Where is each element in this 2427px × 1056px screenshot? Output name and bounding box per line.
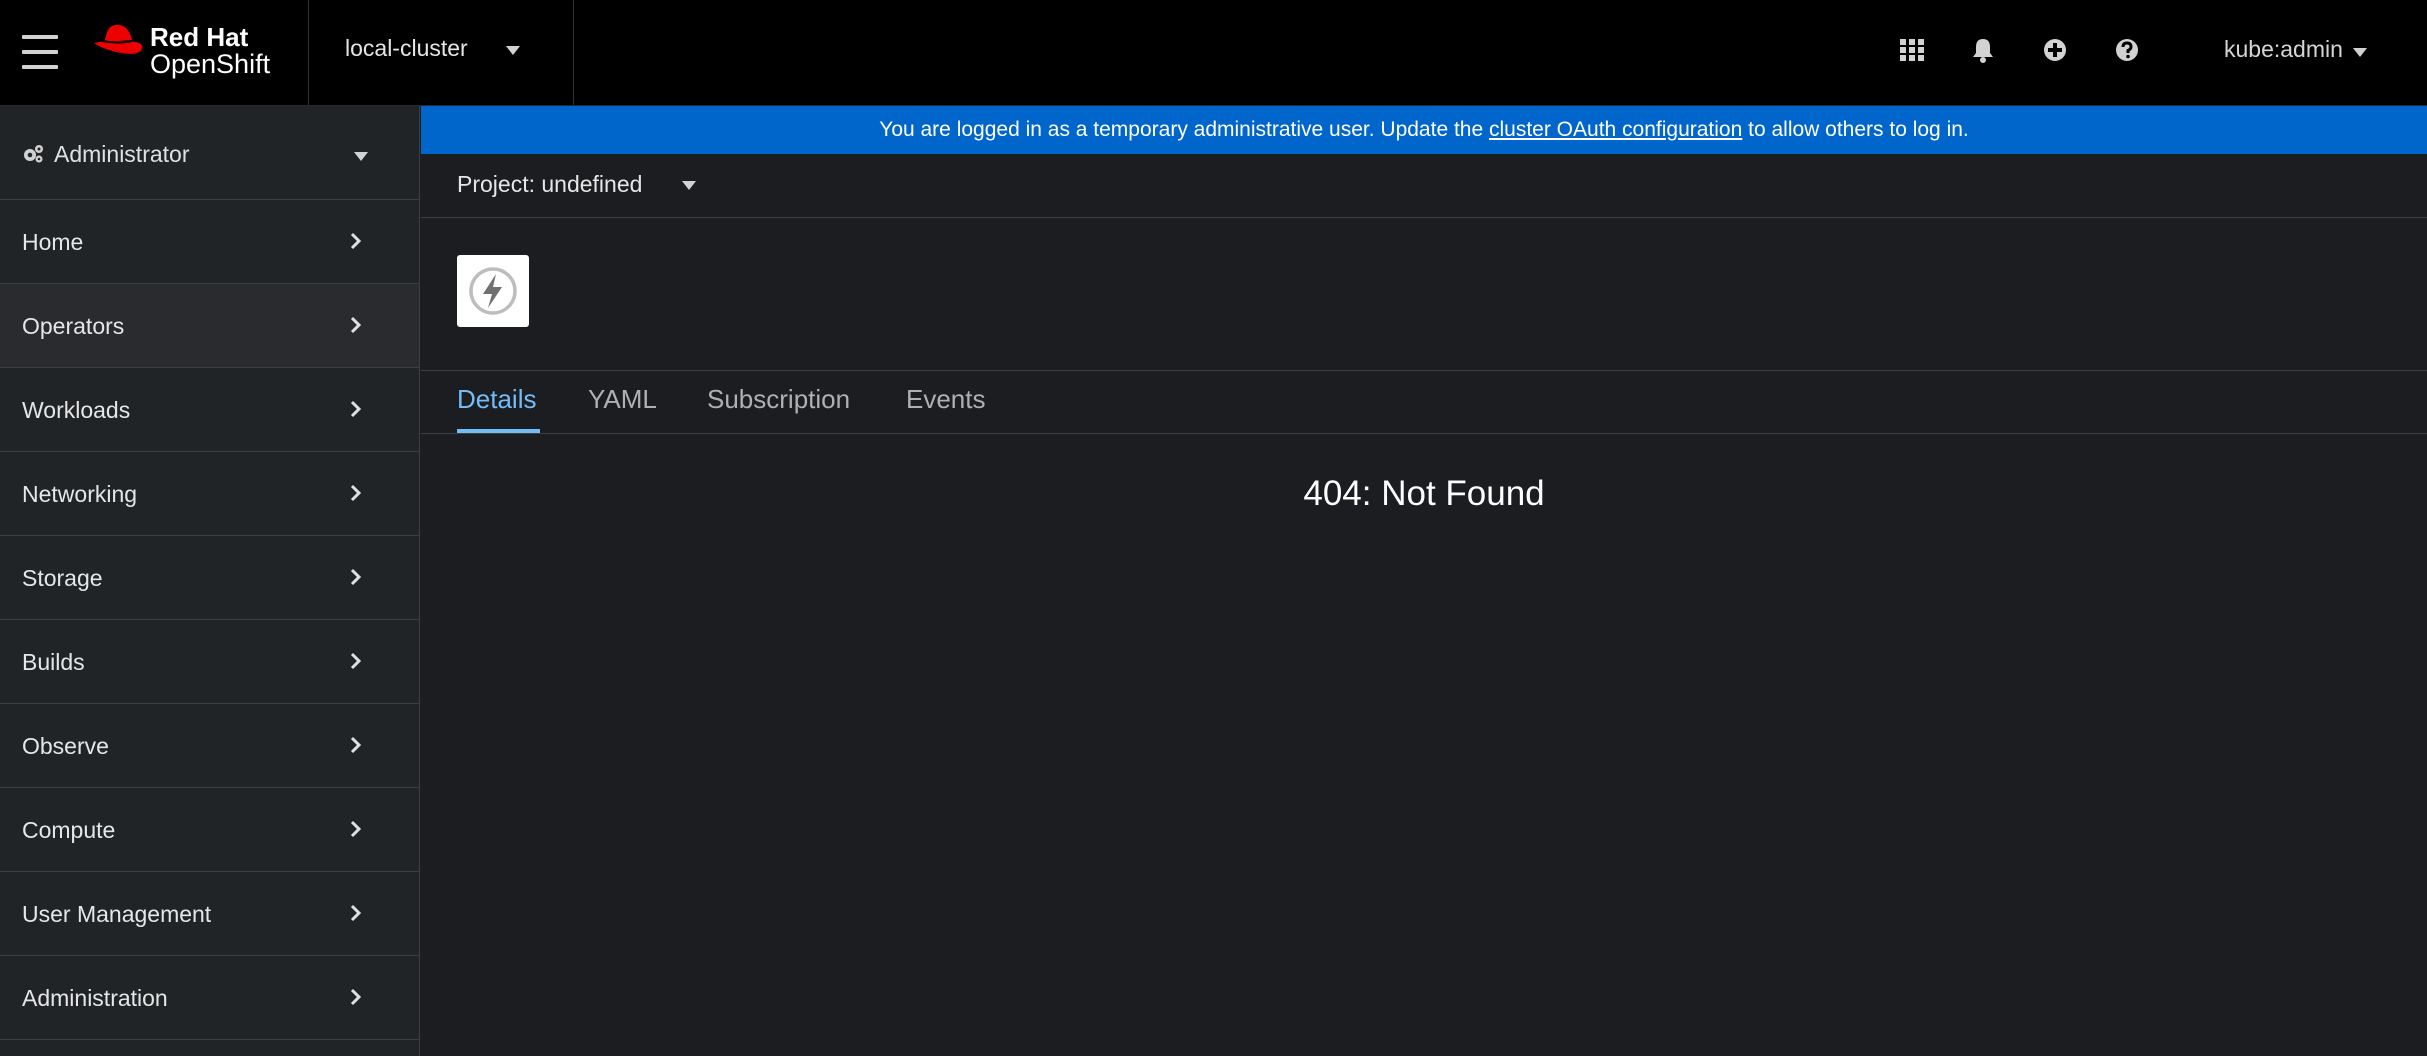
banner-text-before: You are logged in as a temporary adminis… xyxy=(879,118,1489,141)
sidebar-item-home[interactable]: Home xyxy=(0,200,419,284)
sidebar-item-workloads[interactable]: Workloads xyxy=(0,368,419,452)
chevron-right-icon xyxy=(350,820,362,838)
cluster-selector[interactable]: local-cluster xyxy=(345,35,468,62)
project-selector[interactable]: Project: undefined xyxy=(457,171,642,198)
chevron-right-icon xyxy=(350,568,362,586)
plus-circle-icon[interactable] xyxy=(2040,35,2070,65)
cluster-oauth-link[interactable]: cluster OAuth configuration xyxy=(1489,118,1742,141)
sidebar-item-label: Observe xyxy=(22,733,109,759)
sidebar-item-label: Storage xyxy=(22,565,103,591)
sidebar-item-builds[interactable]: Builds xyxy=(0,620,419,704)
caret-down-icon[interactable] xyxy=(506,46,520,55)
sidebar-item-label: Home xyxy=(22,229,84,255)
not-found-message: 404: Not Found xyxy=(1303,474,1545,513)
sidebar-item-observe[interactable]: Observe xyxy=(0,704,419,788)
sidebar-item-storage[interactable]: Storage xyxy=(0,536,419,620)
divider xyxy=(573,0,574,105)
sidebar-item-label: Networking xyxy=(22,481,138,507)
caret-down-icon xyxy=(354,152,368,161)
chevron-right-icon xyxy=(350,904,362,922)
sidebar-item-label: Compute xyxy=(22,817,116,843)
chevron-right-icon xyxy=(350,652,362,670)
chevron-right-icon xyxy=(350,484,362,502)
temporary-admin-banner: You are logged in as a temporary adminis… xyxy=(421,106,2427,154)
chevron-right-icon xyxy=(350,736,362,754)
project-bar: Project: undefined xyxy=(421,154,2427,218)
brand-line-2: OpenShift xyxy=(150,49,271,79)
sidebar: Administrator Home Operators Workloads Netw… xyxy=(0,106,420,1056)
masthead: Red Hat OpenShift local-cluster kube:adm… xyxy=(0,0,2427,106)
bolt-icon xyxy=(469,267,517,315)
tabs: Details YAML Subscription Events xyxy=(421,370,2427,434)
sidebar-item-compute[interactable]: Compute xyxy=(0,788,419,872)
divider xyxy=(308,0,309,105)
tab-details[interactable]: Details xyxy=(457,384,536,415)
sidebar-item-label: Builds xyxy=(22,649,85,675)
application-launcher-icon[interactable] xyxy=(1897,35,1927,65)
cogs-icon xyxy=(24,145,43,163)
perspective-switcher[interactable]: Administrator xyxy=(0,106,419,200)
brand-line-1: Red Hat xyxy=(150,22,249,52)
sidebar-item-networking[interactable]: Networking xyxy=(0,452,419,536)
bell-icon[interactable] xyxy=(1968,35,1998,65)
operator-logo xyxy=(457,255,529,327)
banner-text-after: to allow others to log in. xyxy=(1742,118,1969,141)
sidebar-item-administration[interactable]: Administration xyxy=(0,956,419,1040)
sidebar-item-label: User Management xyxy=(22,901,212,927)
red-hat-logo-icon xyxy=(94,24,143,54)
chevron-right-icon xyxy=(350,400,362,418)
tab-events[interactable]: Events xyxy=(906,384,986,415)
caret-down-icon[interactable] xyxy=(682,181,696,190)
tab-yaml[interactable]: YAML xyxy=(588,384,657,415)
chevron-right-icon xyxy=(350,988,362,1006)
sidebar-item-label: Operators xyxy=(22,313,125,339)
help-icon[interactable] xyxy=(2112,35,2142,65)
active-tab-indicator xyxy=(457,429,540,433)
chevron-right-icon xyxy=(350,232,362,250)
sidebar-item-user-management[interactable]: User Management xyxy=(0,872,419,956)
menu-icon[interactable] xyxy=(22,35,58,69)
sidebar-item-label: Administration xyxy=(22,985,168,1011)
sidebar-item-label: Workloads xyxy=(22,397,131,423)
sidebar-item-operators[interactable]: Operators xyxy=(0,284,419,368)
tab-subscription[interactable]: Subscription xyxy=(707,384,850,415)
caret-down-icon[interactable] xyxy=(2353,48,2367,57)
user-menu[interactable]: kube:admin xyxy=(2224,36,2343,63)
perspective-label: Administrator xyxy=(54,141,190,167)
chevron-right-icon xyxy=(350,316,362,334)
